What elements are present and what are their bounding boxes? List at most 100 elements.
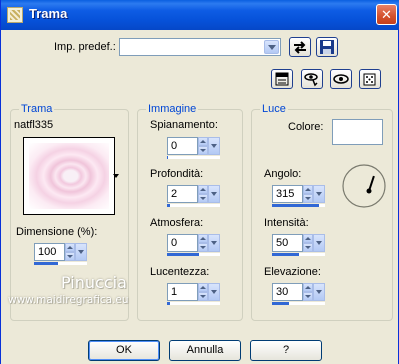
dimension-input[interactable]: 100 bbox=[34, 243, 65, 261]
chevron-down-icon[interactable] bbox=[264, 40, 279, 54]
help-button[interactable]: ? bbox=[250, 340, 322, 361]
atmosfera-input[interactable]: 0 bbox=[167, 234, 198, 252]
lucentezza-slider[interactable] bbox=[167, 302, 220, 305]
rose-texture-image bbox=[29, 143, 109, 209]
angolo-label: Angolo: bbox=[264, 168, 302, 180]
preview-button[interactable] bbox=[271, 69, 293, 89]
angolo-input[interactable]: 315 bbox=[272, 185, 303, 203]
spin-down-icon[interactable] bbox=[198, 292, 208, 301]
chevron-down-icon[interactable] bbox=[113, 174, 119, 178]
chevron-down-icon[interactable] bbox=[313, 283, 325, 301]
spin-down-icon[interactable] bbox=[303, 194, 313, 203]
spin-up-icon[interactable] bbox=[303, 234, 313, 243]
app-icon bbox=[7, 7, 23, 23]
spin-up-icon[interactable] bbox=[198, 137, 208, 146]
elevazione-input[interactable]: 30 bbox=[272, 283, 303, 301]
dimension-stepper[interactable]: 100 bbox=[34, 243, 87, 265]
immagine-group-title: Immagine bbox=[146, 103, 199, 115]
slider-fill bbox=[167, 156, 169, 159]
spianamento-slider[interactable] bbox=[167, 156, 220, 159]
elevazione-slider[interactable] bbox=[272, 302, 325, 305]
watermark-name: Pinuccia bbox=[61, 273, 127, 292]
proof-button[interactable] bbox=[301, 69, 323, 89]
slider-fill bbox=[272, 302, 290, 305]
spin-down-icon[interactable] bbox=[303, 292, 313, 301]
randomize-button[interactable] bbox=[359, 69, 381, 89]
chevron-down-icon[interactable] bbox=[208, 185, 220, 203]
spin-down-icon[interactable] bbox=[198, 146, 208, 155]
preset-label: Imp. predef.: bbox=[54, 41, 116, 53]
watermark-url: www.maidiregrafica.eu bbox=[8, 294, 129, 306]
color-label: Colore: bbox=[288, 121, 324, 133]
eye-icon bbox=[333, 74, 349, 84]
texture-swatch[interactable] bbox=[23, 137, 119, 215]
spin-up-icon[interactable] bbox=[198, 185, 208, 194]
reset-button[interactable] bbox=[289, 37, 311, 57]
cancel-button[interactable]: Annulla bbox=[169, 340, 241, 361]
ok-button[interactable]: OK bbox=[88, 340, 160, 361]
lucentezza-input[interactable]: 1 bbox=[167, 283, 198, 301]
spin-up-icon[interactable] bbox=[65, 243, 75, 252]
proof-icon bbox=[304, 73, 318, 87]
intensita-input[interactable]: 50 bbox=[272, 234, 303, 252]
dialog-window: Trama ✕ Imp. predef.: Trama natfl335 Dim… bbox=[0, 0, 399, 364]
angolo-slider[interactable] bbox=[272, 204, 325, 207]
chevron-down-icon[interactable] bbox=[208, 234, 220, 252]
title-bar[interactable]: Trama ✕ bbox=[1, 0, 399, 30]
intensita-slider[interactable] bbox=[272, 253, 325, 256]
dimension-slider[interactable] bbox=[34, 262, 87, 265]
preset-select[interactable] bbox=[119, 38, 281, 56]
atmosfera-label: Atmosfera: bbox=[150, 217, 204, 229]
slider-fill bbox=[34, 262, 58, 265]
preview-icon bbox=[275, 72, 289, 86]
spin-up-icon[interactable] bbox=[198, 283, 208, 292]
chevron-down-icon[interactable] bbox=[208, 137, 220, 155]
profondita-slider[interactable] bbox=[167, 204, 220, 207]
spin-up-icon[interactable] bbox=[198, 234, 208, 243]
save-button[interactable] bbox=[316, 37, 338, 57]
view-button[interactable] bbox=[330, 69, 352, 89]
dial-knob bbox=[366, 188, 372, 194]
profondita-input[interactable]: 2 bbox=[167, 185, 198, 203]
intensita-label: Intensità: bbox=[264, 217, 309, 229]
spin-down-icon[interactable] bbox=[198, 194, 208, 203]
spin-down-icon[interactable] bbox=[198, 243, 208, 252]
reset-icon bbox=[294, 41, 306, 54]
slider-fill bbox=[272, 253, 299, 256]
spianamento-input[interactable]: 0 bbox=[167, 137, 198, 155]
spin-up-icon[interactable] bbox=[303, 185, 313, 194]
spin-down-icon[interactable] bbox=[65, 252, 75, 261]
spianamento-stepper[interactable]: 0 bbox=[167, 137, 220, 159]
atmosfera-slider[interactable] bbox=[167, 253, 220, 256]
dimension-label: Dimensione (%): bbox=[16, 226, 98, 238]
slider-fill bbox=[167, 204, 170, 207]
elevazione-label: Elevazione: bbox=[264, 266, 321, 278]
elevazione-stepper[interactable]: 30 bbox=[272, 283, 325, 305]
chevron-down-icon[interactable] bbox=[208, 283, 220, 301]
atmosfera-stepper[interactable]: 0 bbox=[167, 234, 220, 256]
lucentezza-stepper[interactable]: 1 bbox=[167, 283, 220, 305]
angle-dial[interactable] bbox=[341, 163, 387, 209]
randomize-icon bbox=[363, 73, 376, 86]
slider-fill bbox=[272, 204, 319, 207]
profondita-label: Profondità: bbox=[150, 168, 204, 180]
chevron-down-icon[interactable] bbox=[75, 243, 87, 261]
lucentezza-label: Lucentezza: bbox=[150, 266, 210, 278]
spin-down-icon[interactable] bbox=[303, 243, 313, 252]
slider-fill bbox=[167, 253, 199, 256]
save-icon bbox=[320, 40, 334, 54]
light-color-swatch[interactable] bbox=[332, 119, 383, 145]
slider-fill bbox=[167, 302, 170, 305]
texture-name: natfl335 bbox=[14, 119, 54, 131]
profondita-stepper[interactable]: 2 bbox=[167, 185, 220, 207]
dialog-title: Trama bbox=[29, 6, 68, 21]
intensita-stepper[interactable]: 50 bbox=[272, 234, 325, 256]
close-button[interactable]: ✕ bbox=[376, 4, 397, 25]
chevron-down-icon[interactable] bbox=[313, 185, 325, 203]
spianamento-label: Spianamento: bbox=[150, 119, 218, 131]
luce-group-title: Luce bbox=[260, 103, 288, 115]
spin-up-icon[interactable] bbox=[303, 283, 313, 292]
trama-group-title: Trama bbox=[19, 103, 55, 115]
angolo-stepper[interactable]: 315 bbox=[272, 185, 325, 207]
chevron-down-icon[interactable] bbox=[313, 234, 325, 252]
